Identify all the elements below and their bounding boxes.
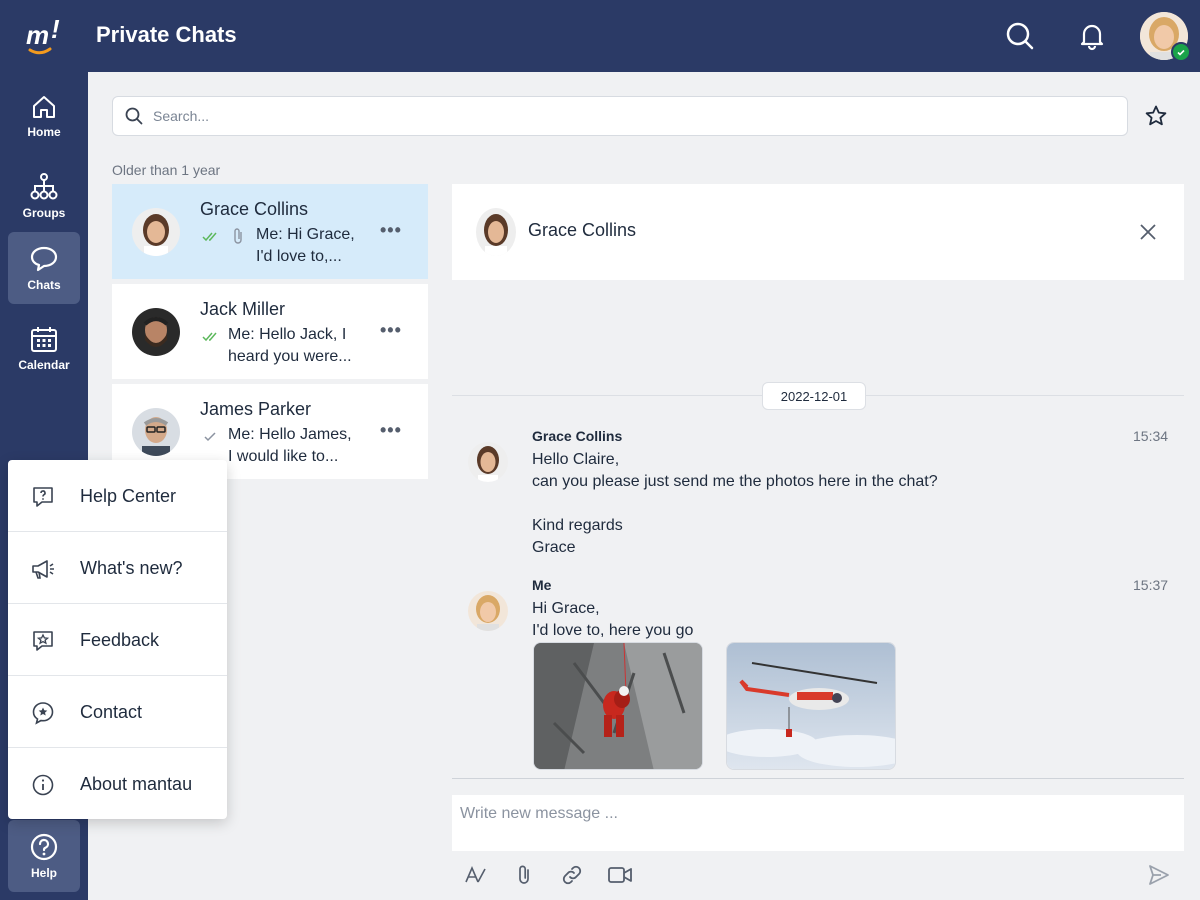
contact-avatar — [132, 408, 180, 456]
chat-preview-line: Me: Hello Jack, I — [228, 326, 347, 343]
chat-list-item[interactable]: Jack Miller Me: Hello Jack, I heard you … — [112, 284, 428, 379]
nav-home-label: Home — [27, 125, 61, 139]
calendar-icon — [31, 327, 57, 352]
svg-text:m: m — [26, 20, 49, 50]
home-icon — [33, 96, 55, 118]
nav-chats-label: Chats — [27, 278, 61, 292]
chat-list-item[interactable]: Grace Collins Me: Hi Grace, I'd love to,… — [112, 184, 428, 279]
message-line: Kind regards — [532, 517, 623, 534]
search-input[interactable] — [153, 108, 1053, 124]
message-avatar — [468, 591, 508, 631]
chat-preview-line: I would like to... — [228, 448, 339, 465]
paperclip-icon — [232, 227, 244, 250]
help-menu-item-contact[interactable]: Contact — [8, 676, 227, 748]
compose-divider — [452, 778, 1184, 779]
image-attachment-climbing[interactable] — [533, 642, 703, 770]
send-icon[interactable] — [1145, 861, 1173, 889]
nav-chats[interactable]: Chats — [8, 232, 80, 304]
nav-help[interactable]: Help — [8, 820, 80, 892]
help-menu-item-whats-new[interactable]: What's new? — [8, 532, 227, 604]
text-format-icon[interactable] — [462, 861, 490, 889]
message-sender: Me — [532, 577, 552, 593]
double-check-icon — [202, 230, 220, 248]
video-call-icon[interactable] — [606, 861, 634, 889]
message-line: Hi Grace, — [532, 600, 600, 617]
contact-name: Jack Miller — [200, 299, 286, 319]
page-title: Private Chats — [96, 22, 237, 47]
svg-text:!: ! — [51, 14, 60, 44]
help-center-icon — [30, 484, 56, 510]
bell-icon[interactable] — [1074, 18, 1110, 54]
message-avatar — [468, 442, 508, 482]
contact-avatar — [476, 208, 516, 256]
help-menu: Help Center What's new? Feedback Contact… — [8, 460, 227, 819]
help-menu-label: Contact — [80, 702, 143, 722]
info-icon — [30, 772, 56, 798]
contact-name: Grace Collins — [200, 199, 309, 219]
chat-preview-line: Me: Hello James, — [228, 426, 352, 443]
message-text: Hi Grace, I'd love to, here you go — [532, 598, 693, 642]
help-menu-label: Help Center — [80, 486, 177, 506]
paperclip-icon[interactable] — [510, 861, 538, 889]
chat-preview: Me: Hi Grace, I'd love to,... — [256, 224, 366, 268]
mantau-logo[interactable]: m ! — [24, 14, 68, 58]
help-icon — [30, 833, 58, 861]
double-check-icon — [202, 330, 220, 348]
help-menu-label: What's new? — [80, 558, 183, 578]
message-text: Hello Claire, can you please just send m… — [532, 449, 938, 559]
nav-calendar[interactable]: Calendar — [8, 312, 80, 384]
nav-groups-label: Groups — [22, 206, 66, 220]
search-icon[interactable] — [1002, 18, 1038, 54]
help-menu-item-feedback[interactable]: Feedback — [8, 604, 227, 676]
message-time: 15:37 — [1133, 577, 1169, 593]
chat-preview-line: I'd love to,... — [256, 248, 342, 265]
conversation-title: Grace Collins — [528, 220, 637, 240]
help-menu-item-about[interactable]: About mantau — [8, 748, 227, 820]
contact-name: James Parker — [200, 399, 312, 419]
message-line: can you please just send me the photos h… — [532, 473, 938, 490]
search-icon — [125, 107, 143, 125]
more-options-icon[interactable]: ••• — [380, 320, 402, 341]
megaphone-icon — [30, 556, 56, 582]
more-options-icon[interactable]: ••• — [380, 220, 402, 241]
message-sender: Grace Collins — [532, 428, 623, 444]
nav-calendar-label: Calendar — [18, 358, 70, 372]
date-separator: 2022-12-01 — [762, 382, 866, 410]
nav-help-label: Help — [30, 866, 57, 880]
chat-list-section-label: Older than 1 year — [112, 162, 221, 178]
link-icon[interactable] — [558, 861, 586, 889]
feedback-icon — [30, 628, 56, 654]
more-options-icon[interactable]: ••• — [380, 420, 402, 441]
chat-preview-line: Me: Hi Grace, — [256, 226, 355, 243]
help-menu-label: Feedback — [80, 630, 160, 650]
message-line: Grace — [532, 539, 576, 556]
chat-preview: Me: Hello James, I would like to... — [228, 424, 362, 468]
main-content: Older than 1 year Grace Collins Me: Hi G… — [88, 72, 1200, 900]
favorites-star-icon[interactable] — [1142, 102, 1170, 130]
nav-home[interactable]: Home — [8, 80, 80, 152]
message-line — [532, 493, 938, 515]
message-time: 15:34 — [1133, 428, 1169, 444]
contact-icon — [30, 700, 56, 726]
message-line: I'd love to, here you go — [532, 622, 694, 639]
conversation-header: Grace Collins — [452, 184, 1184, 280]
online-status-icon — [1171, 42, 1191, 62]
groups-icon — [30, 173, 58, 200]
top-bar: m ! Private Chats — [0, 0, 1200, 72]
contact-avatar — [132, 208, 180, 256]
message-line: Hello Claire, — [532, 451, 620, 468]
check-icon — [202, 430, 220, 448]
compose-area — [452, 795, 1184, 851]
help-menu-label: About mantau — [80, 774, 193, 794]
close-icon[interactable] — [1136, 220, 1160, 244]
image-attachment-helicopter[interactable] — [726, 642, 896, 770]
contact-avatar — [132, 308, 180, 356]
chat-preview: Me: Hello Jack, I heard you were... — [228, 324, 362, 368]
help-menu-item-help-center[interactable]: Help Center — [8, 460, 227, 532]
nav-groups[interactable]: Groups — [8, 160, 80, 232]
message-input[interactable] — [460, 805, 1176, 823]
chat-preview-line: heard you were... — [228, 348, 352, 365]
search-bar — [112, 96, 1128, 136]
chat-bubble-icon — [30, 246, 58, 272]
